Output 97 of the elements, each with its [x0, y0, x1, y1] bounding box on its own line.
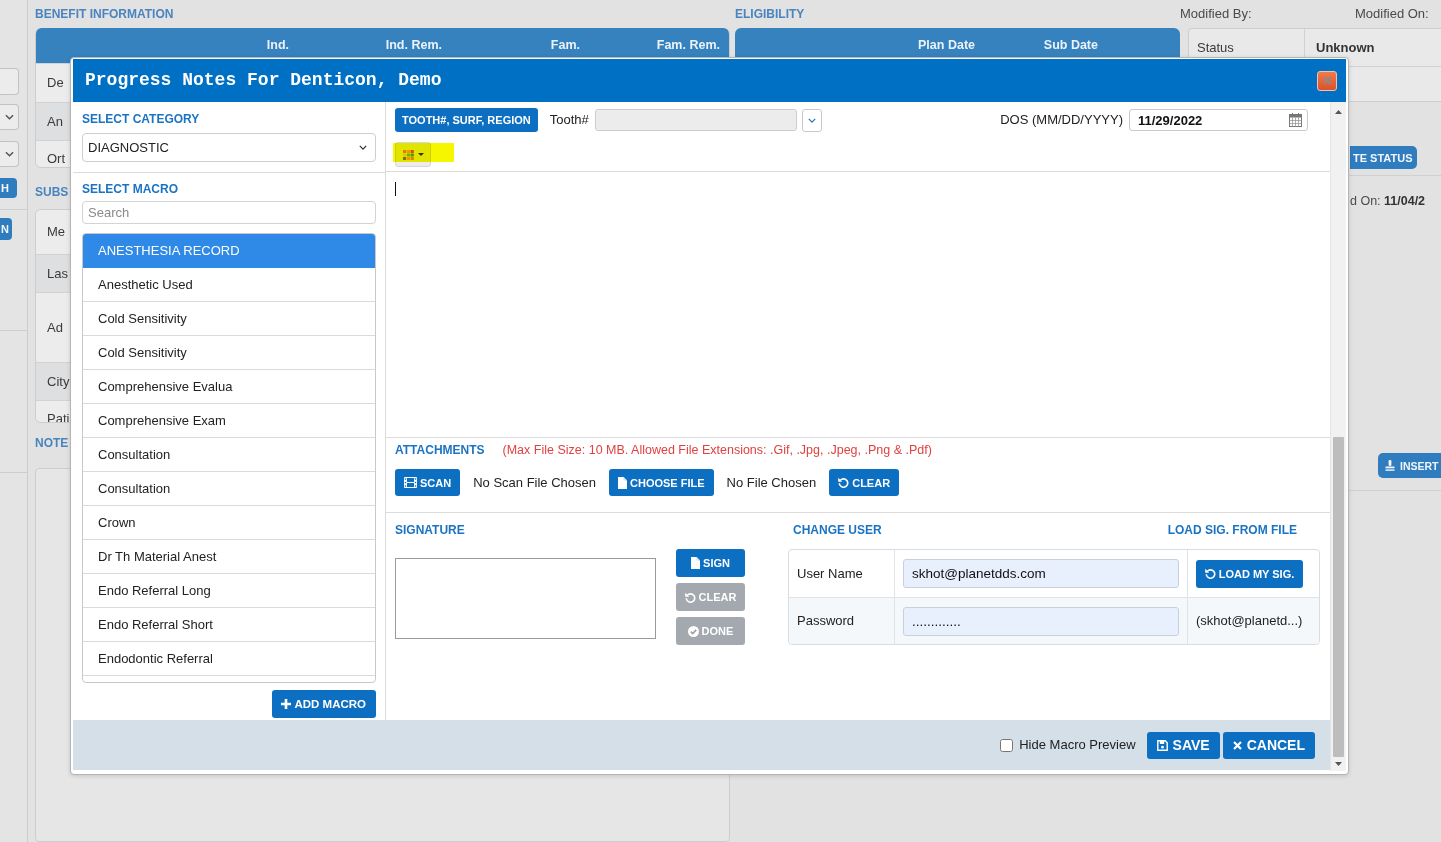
- dos-label: DOS (MM/DD/YYYY): [1000, 112, 1123, 128]
- signature-pad[interactable]: [395, 558, 656, 639]
- macro-item[interactable]: Consultation: [83, 438, 375, 473]
- insert-button[interactable]: INSERT: [1378, 453, 1441, 478]
- add-macro-button[interactable]: ADD MACRO: [272, 690, 376, 719]
- scroll-up-icon[interactable]: [1335, 110, 1342, 114]
- modified-on-label: Modified On:: [1355, 6, 1429, 22]
- field-label: Password: [797, 613, 855, 629]
- search-field[interactable]: Search: [82, 201, 376, 225]
- section-heading: SIGNATURE: [395, 522, 465, 538]
- undo-icon: [684, 591, 696, 603]
- dialog-title: Progress Notes For Denticon, Demo: [85, 69, 442, 92]
- undo-icon: [838, 477, 850, 488]
- macro-item[interactable]: Cold Sensitivity: [83, 336, 375, 371]
- column-header: Plan Date: [918, 38, 975, 53]
- date-field[interactable]: 11/29/2022: [1129, 109, 1308, 131]
- section-title: SUBS: [35, 184, 69, 202]
- macro-item[interactable]: Consultation: [83, 472, 375, 507]
- chevron-icon: [359, 145, 367, 151]
- macro-item[interactable]: Endo Referral Long: [83, 574, 375, 609]
- scan-status-text: No Scan File Chosen: [473, 474, 596, 491]
- section-title: NOTE: [35, 435, 69, 453]
- checkbox-label: Hide Macro Preview: [1019, 737, 1136, 753]
- film-icon: [404, 477, 417, 488]
- text-cursor: [395, 182, 396, 196]
- check-circle-icon: [687, 625, 699, 637]
- account-note: (skhot@planetd...): [1196, 613, 1303, 629]
- section-title: BENEFIT INFORMATION: [35, 6, 174, 23]
- section-heading: ATTACHMENTS: [395, 442, 485, 458]
- cancel-button[interactable]: CANCEL: [1222, 731, 1315, 759]
- row-label: Ort: [47, 151, 66, 167]
- choose-file-button[interactable]: CHOOSE FILE: [609, 469, 714, 496]
- modified-by-label: Modified By:: [1180, 6, 1252, 22]
- row-label: Las: [47, 265, 68, 282]
- row-label: De: [47, 75, 64, 91]
- tooth-button[interactable]: TOOTH#, SURF, REGION: [395, 108, 538, 132]
- side-button[interactable]: N: [0, 218, 12, 240]
- macro-item[interactable]: Dr Th Material Anest: [83, 540, 375, 575]
- macro-item[interactable]: Anesthetic Used: [83, 268, 375, 303]
- category-select[interactable]: DIAGNOSTIC: [82, 133, 376, 163]
- macro-item[interactable]: Endodontic Referral: [83, 642, 375, 677]
- date-text: d On: 11/04/2: [1350, 194, 1426, 209]
- undo-icon: [1204, 568, 1216, 579]
- row-label: An: [47, 113, 63, 130]
- field-label: User Name: [797, 565, 863, 582]
- dropdown-button[interactable]: [801, 108, 822, 132]
- sign-button[interactable]: SIGN: [676, 549, 745, 577]
- scrollbar-thumb[interactable]: [1333, 437, 1344, 757]
- section-heading: SELECT MACRO: [82, 181, 178, 198]
- clear-button[interactable]: CLEAR: [829, 469, 900, 496]
- x-icon: [1232, 740, 1242, 750]
- status-button[interactable]: TE STATUS: [1350, 146, 1418, 169]
- file-limit-note: (Max File Size: 10 MB. Allowed File Extensions: .Gif, .Jpg, .Jpeg, .Png & .Pdf): [502, 442, 932, 458]
- checkbox[interactable]: [1000, 738, 1014, 752]
- section-title: ELIGIBILITY: [735, 6, 805, 23]
- scroll-down-icon[interactable]: [1335, 762, 1342, 766]
- save-icon: [1156, 739, 1168, 751]
- calendar-icon: [1289, 113, 1302, 127]
- close-icon: [1322, 76, 1332, 85]
- macro-item[interactable]: Cold Sensitivity: [83, 302, 375, 337]
- select-field[interactable]: [0, 104, 19, 130]
- scan-button[interactable]: SCAN: [395, 469, 461, 496]
- column-header: Fam. Rem.: [656, 38, 720, 53]
- text-field[interactable]: [0, 68, 19, 95]
- row-label: Me: [47, 224, 66, 240]
- chevron-icon: [4, 151, 14, 157]
- password-field[interactable]: .............: [903, 606, 1179, 636]
- chevron-icon: [4, 114, 14, 120]
- load-signature-button[interactable]: LOAD MY SIG.: [1196, 559, 1303, 588]
- close-button[interactable]: [1317, 70, 1337, 91]
- file-icon: [691, 557, 701, 569]
- file-status-text: No File Chosen: [726, 474, 817, 491]
- row-label: Ad: [47, 319, 63, 336]
- macro-item[interactable]: Comprehensive Evalua: [83, 370, 375, 405]
- select-field[interactable]: [0, 141, 19, 167]
- macro-item[interactable]: ANESTHESIA RECORD: [83, 234, 375, 269]
- column-header: Ind. Rem.: [385, 38, 442, 53]
- tooth-label: Tooth#: [549, 112, 589, 128]
- plus-icon: [281, 699, 292, 710]
- column-header: Sub Date: [1043, 38, 1098, 53]
- user-name-field[interactable]: skhot@planetdds.com: [903, 559, 1179, 588]
- row-label: City: [47, 373, 70, 390]
- section-heading: SELECT CATEGORY: [82, 111, 200, 127]
- macro-item[interactable]: Comprehensive Exam: [83, 404, 375, 439]
- macro-item[interactable]: Endo Referral Short: [83, 608, 375, 643]
- column-header: Fam.: [550, 38, 580, 53]
- stamp-icon: [1385, 460, 1395, 471]
- table-cell-text: Unknown: [1315, 39, 1375, 56]
- section-heading: CHANGE USER: [793, 522, 882, 538]
- scrollbar[interactable]: [1330, 102, 1346, 771]
- column-header: Ind.: [266, 38, 289, 53]
- macro-item[interactable]: Crown: [83, 506, 375, 541]
- file-icon: [618, 476, 627, 489]
- side-button[interactable]: H: [0, 178, 17, 198]
- load-signature-link[interactable]: LOAD SIG. FROM FILE: [1167, 522, 1297, 538]
- save-button[interactable]: SAVE: [1146, 731, 1220, 759]
- chevron-icon: [807, 117, 816, 123]
